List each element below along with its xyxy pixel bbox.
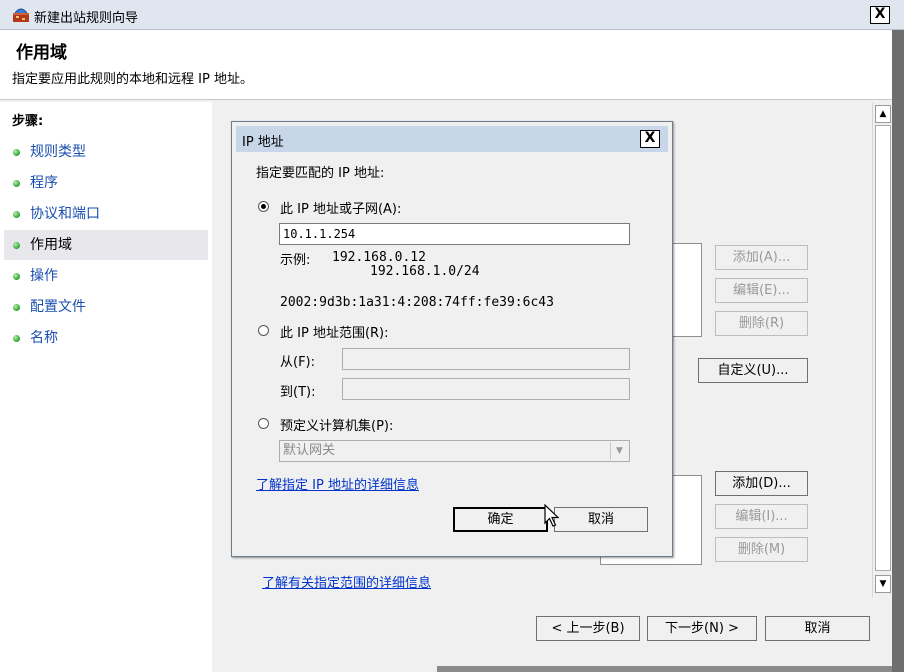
ip-address-dialog: IP 地址 X 指定要匹配的 IP 地址: 此 IP 地址或子网(A): 10.… [231, 121, 673, 557]
dialog-title: IP 地址 [242, 135, 284, 150]
dialog-ok-button[interactable]: 确定 [453, 507, 548, 532]
window-close-button[interactable]: X [870, 6, 890, 24]
scroll-down-arrow-icon[interactable]: ▼ [875, 575, 891, 593]
back-button[interactable]: < 上一步(B) [536, 616, 640, 641]
step-protocol-ports[interactable]: 协议和端口 [4, 199, 208, 229]
step-label: 操作 [30, 268, 58, 284]
ip-help-link[interactable]: 了解指定 IP 地址的详细信息 [256, 474, 419, 493]
window-bottom-edge [437, 666, 892, 672]
example-label: 示例: [280, 253, 311, 268]
step-program[interactable]: 程序 [4, 168, 208, 198]
page-title: 作用域 [16, 43, 67, 63]
step-status-dot-icon [13, 335, 20, 342]
local-remove-button[interactable]: 删除(R) [715, 311, 808, 336]
predefined-radio[interactable] [258, 418, 269, 429]
step-label: 配置文件 [30, 299, 86, 315]
step-label: 作用域 [30, 237, 72, 253]
mouse-cursor-icon [544, 504, 560, 527]
step-label: 协议和端口 [30, 206, 100, 222]
remote-add-button[interactable]: 添加(D)... [715, 471, 808, 496]
scroll-thumb[interactable] [875, 125, 891, 571]
range-to-input[interactable] [342, 378, 630, 400]
remote-edit-button[interactable]: 编辑(I)... [715, 504, 808, 529]
content-scrollbar[interactable]: ▲ ▼ [872, 103, 892, 597]
customize-button[interactable]: 自定义(U)... [698, 358, 808, 383]
subnet-option-label[interactable]: 此 IP 地址或子网(A): [280, 198, 401, 217]
step-status-dot-icon [13, 304, 20, 311]
step-rule-type[interactable]: 规则类型 [4, 137, 208, 167]
dialog-cancel-button[interactable]: 取消 [554, 507, 648, 532]
step-profile[interactable]: 配置文件 [4, 292, 208, 322]
step-action[interactable]: 操作 [4, 261, 208, 291]
predefined-select[interactable]: 默认网关 ▼ [279, 440, 630, 462]
range-to-label: 到(T): [280, 385, 316, 400]
window-titlebar: 新建出站规则向导 X [0, 0, 904, 30]
subnet-radio[interactable] [258, 201, 269, 212]
chevron-down-icon[interactable]: ▼ [610, 442, 628, 460]
remote-remove-button[interactable]: 删除(M) [715, 537, 808, 562]
step-label: 程序 [30, 175, 58, 191]
range-from-input[interactable] [342, 348, 630, 370]
page-subtitle: 指定要应用此规则的本地和远程 IP 地址。 [12, 72, 253, 87]
window-title: 新建出站规则向导 [34, 11, 139, 26]
cancel-button[interactable]: 取消 [765, 616, 870, 641]
scroll-up-arrow-icon[interactable]: ▲ [875, 105, 891, 123]
dialog-instruction: 指定要匹配的 IP 地址: [256, 166, 385, 181]
scope-help-link[interactable]: 了解有关指定范围的详细信息 [262, 572, 431, 591]
range-radio[interactable] [258, 325, 269, 336]
step-status-dot-icon [13, 149, 20, 156]
step-name[interactable]: 名称 [4, 323, 208, 353]
step-status-dot-icon [13, 211, 20, 218]
step-label: 规则类型 [30, 144, 86, 160]
step-status-dot-icon [13, 242, 20, 249]
step-status-dot-icon [13, 180, 20, 187]
example-subnet: 192.168.1.0/24 [370, 264, 480, 279]
local-add-button[interactable]: 添加(A)... [715, 245, 808, 270]
example-ipv4: 192.168.0.12 [332, 250, 426, 265]
dialog-titlebar: IP 地址 X [236, 126, 668, 152]
steps-panel: 步骤: 规则类型 程序 协议和端口 作用域 操作 配置文件 名称 [0, 102, 212, 672]
wizard-header: 作用域 指定要应用此规则的本地和远程 IP 地址。 [0, 30, 892, 100]
steps-heading: 步骤: [12, 114, 44, 129]
range-from-label: 从(F): [280, 355, 316, 370]
predefined-option-label[interactable]: 预定义计算机集(P): [280, 415, 393, 434]
next-button[interactable]: 下一步(N) > [647, 616, 757, 641]
example-ipv6: 2002:9d3b:1a31:4:208:74ff:fe39:6c43 [280, 295, 554, 310]
step-label: 名称 [30, 330, 58, 346]
predefined-select-value: 默认网关 [283, 443, 336, 458]
firewall-wizard-icon [13, 8, 29, 22]
ip-address-input[interactable]: 10.1.1.254 [279, 223, 630, 245]
range-option-label[interactable]: 此 IP 地址范围(R): [280, 322, 389, 341]
window-frame-edge [892, 30, 904, 672]
dialog-close-button[interactable]: X [640, 130, 660, 148]
step-status-dot-icon [13, 273, 20, 280]
step-scope[interactable]: 作用域 [4, 230, 208, 260]
local-edit-button[interactable]: 编辑(E)... [715, 278, 808, 303]
